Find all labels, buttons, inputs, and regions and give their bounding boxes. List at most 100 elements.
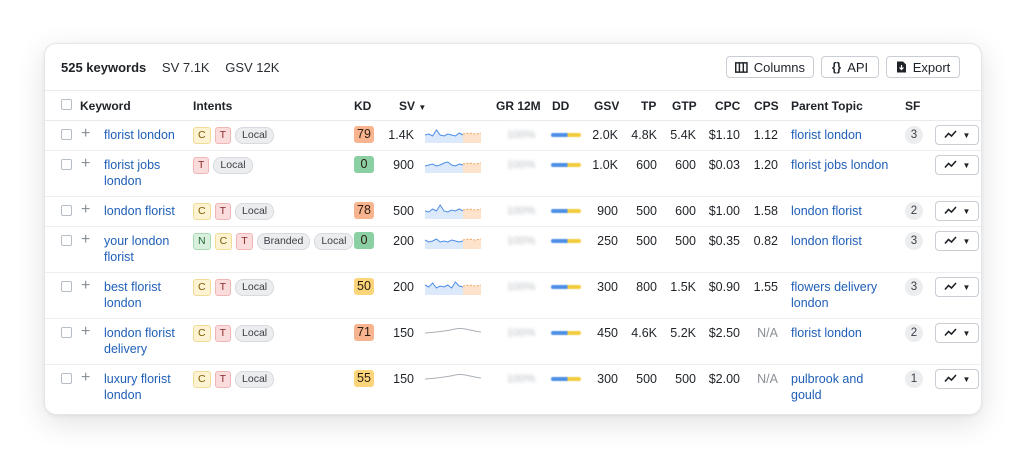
parent-topic-link[interactable]: florist london (791, 128, 895, 144)
dd-bar (551, 239, 581, 243)
cell-cpc: $0.35 (708, 234, 740, 248)
sv-trend-chart[interactable] (424, 277, 482, 295)
intent-badge: Local (213, 157, 253, 174)
keyword-link[interactable]: best florist london (104, 280, 190, 311)
sv-trend-chart[interactable] (424, 231, 482, 249)
serp-features-count[interactable]: 3 (905, 232, 923, 250)
trend-chart-button[interactable]: ▼ (935, 125, 979, 145)
add-to-list-icon[interactable]: + (81, 126, 90, 142)
api-button[interactable]: {} API (821, 56, 879, 78)
add-to-list-icon[interactable]: + (81, 324, 90, 340)
trend-chart-button[interactable]: ▼ (935, 369, 979, 389)
col-sv-label: SV (399, 99, 416, 113)
serp-features-count[interactable]: 1 (905, 370, 923, 388)
serp-features-count[interactable]: 3 (905, 278, 923, 296)
col-gtp[interactable]: GTP (672, 99, 697, 113)
intent-badge: C (193, 127, 211, 144)
row-checkbox[interactable] (61, 281, 72, 292)
serp-features-count[interactable]: 3 (905, 126, 923, 144)
parent-topic-link[interactable]: pulbrook and gould (791, 372, 895, 403)
intent-badge: C (193, 325, 211, 342)
sv-trend-chart[interactable] (424, 369, 482, 387)
col-kd[interactable]: KD (354, 99, 371, 113)
intent-badge: T (214, 127, 232, 144)
intent-badge: Local (235, 203, 275, 220)
trend-chart-button[interactable]: ▼ (935, 231, 979, 251)
intent-badge: T (214, 325, 232, 342)
col-dd[interactable]: DD (552, 99, 569, 113)
total-gsv: GSV 12K (225, 60, 280, 75)
trend-chart-button[interactable]: ▼ (935, 155, 979, 175)
cell-tp: 4.6K (631, 326, 657, 340)
kd-score-badge: 55 (354, 370, 374, 387)
row-checkbox[interactable] (61, 205, 72, 216)
sv-trend-chart[interactable] (424, 155, 482, 173)
keyword-link[interactable]: london florist delivery (104, 326, 190, 357)
trend-line-icon (943, 128, 957, 142)
select-all-checkbox[interactable] (61, 99, 72, 110)
cell-gsv: 300 (597, 372, 618, 386)
add-to-list-icon[interactable]: + (81, 278, 90, 294)
parent-topic-link[interactable]: florist london (791, 326, 895, 342)
parent-topic-link[interactable]: london florist (791, 234, 895, 250)
parent-topic-link[interactable]: london florist (791, 204, 895, 220)
col-intents[interactable]: Intents (193, 99, 232, 113)
braces-icon: {} (831, 60, 842, 74)
col-keyword[interactable]: Keyword (80, 99, 131, 113)
cell-tp: 4.8K (631, 128, 657, 142)
row-checkbox[interactable] (61, 327, 72, 338)
intent-badge: Branded (256, 233, 311, 250)
keyword-link[interactable]: london florist (104, 204, 190, 220)
cell-cpc: $2.50 (708, 326, 740, 340)
api-label: API (847, 59, 869, 75)
trend-line-icon (943, 326, 957, 340)
col-tp[interactable]: TP (641, 99, 656, 113)
parent-topic-link[interactable]: florist jobs london (791, 158, 895, 174)
keyword-link[interactable]: florist jobs london (104, 158, 190, 189)
col-parent-topic[interactable]: Parent Topic (791, 99, 863, 113)
keyword-link[interactable]: luxury florist london (104, 372, 190, 403)
row-checkbox[interactable] (61, 159, 72, 170)
sv-trend-chart[interactable] (424, 125, 482, 143)
keyword-link[interactable]: florist london (104, 128, 190, 144)
add-to-list-icon[interactable]: + (81, 370, 90, 386)
trend-chart-button[interactable]: ▼ (935, 323, 979, 343)
row-checkbox[interactable] (61, 373, 72, 384)
table-row: + florist jobs london T Local 0 900 1.0K 600 600… (45, 150, 981, 197)
sv-trend-chart[interactable] (424, 323, 482, 341)
dd-bar (551, 377, 581, 381)
sv-trend-chart[interactable] (424, 201, 482, 219)
add-to-list-icon[interactable]: + (81, 232, 90, 248)
col-cps[interactable]: CPS (754, 99, 779, 113)
keyword-link[interactable]: your london florist (104, 234, 190, 265)
export-label: Export (912, 59, 951, 75)
cell-gr12m: 100% (507, 235, 536, 247)
col-gr12m[interactable]: GR 12M (496, 99, 541, 113)
col-sv[interactable]: SV ▼ (399, 99, 426, 113)
trend-chart-button[interactable]: ▼ (935, 277, 979, 297)
parent-topic-link[interactable]: flowers delivery london (791, 280, 895, 311)
chevron-down-icon: ▼ (962, 282, 971, 292)
intent-badge: Local (235, 371, 275, 388)
sparkline-area-forecast (463, 285, 481, 295)
intent-badge: C (193, 279, 211, 296)
export-button[interactable]: Export (886, 56, 960, 78)
row-checkbox[interactable] (61, 235, 72, 246)
cell-gsv: 1.0K (592, 158, 618, 172)
table-row: + london florist delivery C T Local 71 150 450 4… (45, 318, 981, 365)
total-sv: SV 7.1K (161, 60, 210, 75)
dd-bar (551, 133, 581, 137)
col-sf[interactable]: SF (905, 99, 920, 113)
cell-cps: 1.55 (753, 280, 778, 294)
serp-features-count[interactable]: 2 (905, 202, 923, 220)
row-checkbox[interactable] (61, 129, 72, 140)
add-to-list-icon[interactable]: + (81, 202, 90, 218)
columns-button[interactable]: Columns (726, 56, 814, 78)
add-to-list-icon[interactable]: + (81, 156, 90, 172)
col-cpc[interactable]: CPC (715, 99, 740, 113)
col-gsv[interactable]: GSV (594, 99, 619, 113)
intent-badges: C T Local (193, 325, 275, 342)
trend-chart-button[interactable]: ▼ (935, 201, 979, 221)
cell-gtp: 500 (675, 234, 696, 248)
serp-features-count[interactable]: 2 (905, 324, 923, 342)
